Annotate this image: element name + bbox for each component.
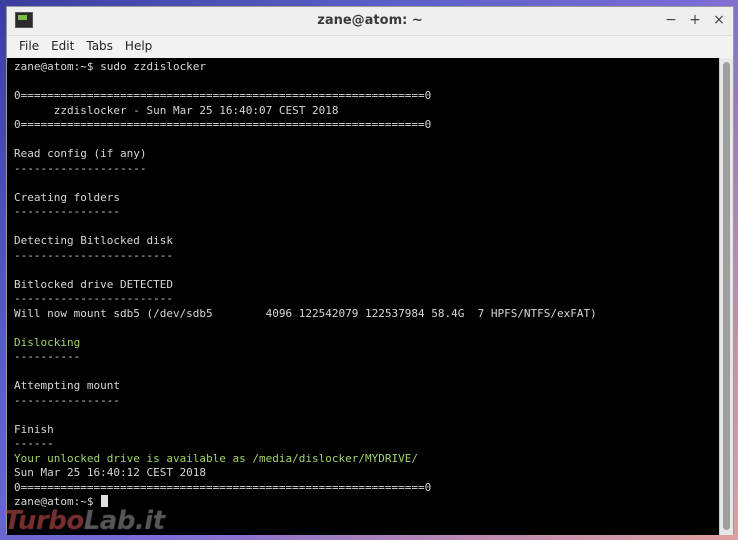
terminal-line: ------------------------ xyxy=(14,248,173,262)
terminal-line: Sun Mar 25 16:40:12 CEST 2018 xyxy=(14,466,207,479)
terminal-line: Your unlocked drive is available as /med… xyxy=(14,451,418,465)
terminal-window: zane@atom: ~ − + × File Edit Tabs Help z… xyxy=(6,6,734,535)
watermark-part2: Lab.it xyxy=(83,506,165,536)
window-controls: − + × xyxy=(665,11,725,29)
terminal-line: Bitlocked drive DETECTED xyxy=(14,277,173,291)
menu-help[interactable]: Help xyxy=(119,36,158,58)
terminal-line: ---------- xyxy=(14,350,81,363)
terminal-line: Finish xyxy=(14,422,54,436)
terminal-lines: zane@atom:~$ sudo zzdislocker 0==========… xyxy=(14,60,597,510)
terminal-line: ---------------- xyxy=(14,393,120,407)
scroll-thumb[interactable] xyxy=(723,62,730,530)
vertical-scrollbar[interactable] xyxy=(719,58,733,535)
terminal-line: ------------------------ xyxy=(14,292,173,305)
terminal-line: 0=======================================… xyxy=(14,480,432,494)
menu-bar: File Edit Tabs Help xyxy=(7,36,733,58)
title-bar[interactable]: zane@atom: ~ − + × xyxy=(7,7,733,36)
terminal-line: Dislocking xyxy=(14,335,81,349)
terminal-line: zzdislocker - Sun Mar 25 16:40:07 CEST 2… xyxy=(14,103,339,117)
watermark-logo: TurboLab.it xyxy=(4,506,165,536)
watermark-part1: Turbo xyxy=(4,506,84,536)
menu-tabs[interactable]: Tabs xyxy=(80,36,119,58)
terminal-line: 0=======================================… xyxy=(14,118,432,131)
terminal-line: ---------------- xyxy=(14,205,120,218)
terminal-line: Detecting Bitlocked disk xyxy=(14,234,173,247)
window-title: zane@atom: ~ xyxy=(317,13,423,28)
terminal-output[interactable]: zane@atom:~$ sudo zzdislocker 0==========… xyxy=(7,58,721,535)
minimize-icon[interactable]: − xyxy=(665,11,677,29)
menu-file[interactable]: File xyxy=(13,36,45,58)
terminal-line: -------------------- xyxy=(14,161,147,175)
terminal-line: Attempting mount xyxy=(14,379,120,392)
terminal-line: ------ xyxy=(14,437,54,450)
terminal-line: 0=======================================… xyxy=(14,89,432,102)
menu-edit[interactable]: Edit xyxy=(45,36,80,58)
terminal-line: Will now mount sdb5 (/dev/sdb5 4096 1225… xyxy=(14,306,597,320)
terminal-line: Creating folders xyxy=(14,190,120,204)
terminal-line: Read config (if any) xyxy=(14,147,147,160)
close-icon[interactable]: × xyxy=(713,11,725,29)
maximize-icon[interactable]: + xyxy=(689,11,701,29)
terminal-line: zane@atom:~$ sudo zzdislocker xyxy=(14,60,207,73)
